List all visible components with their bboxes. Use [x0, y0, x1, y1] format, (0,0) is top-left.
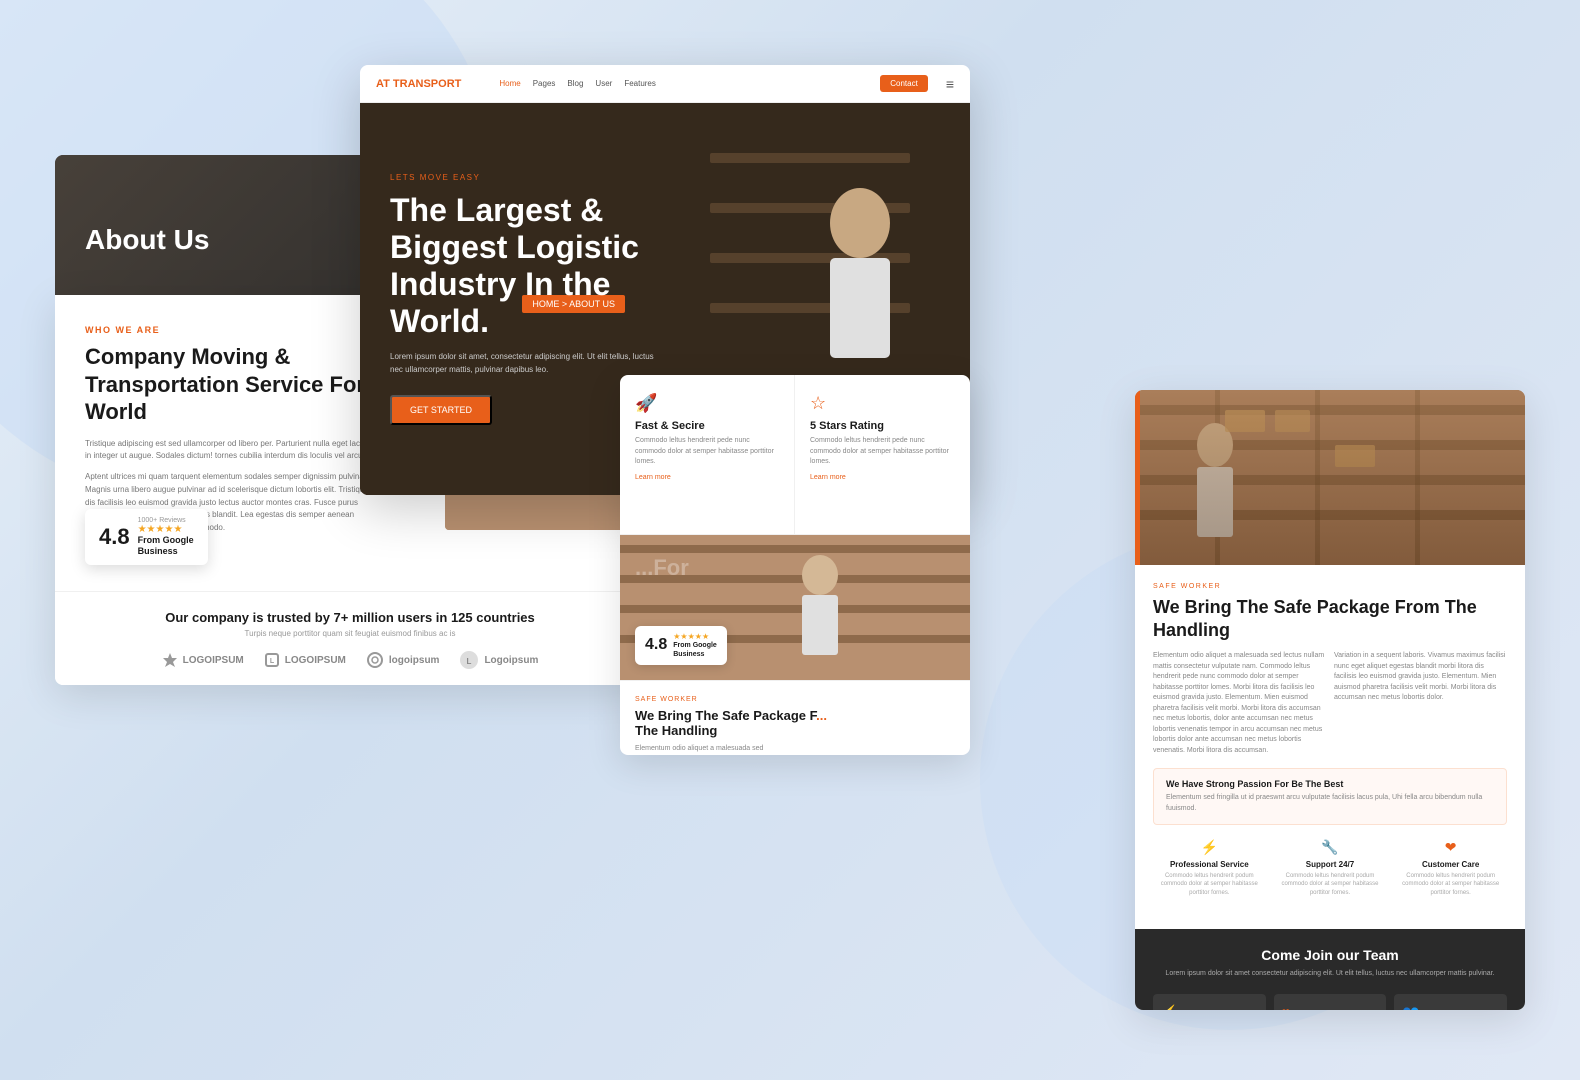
nav-features[interactable]: Features	[624, 79, 656, 88]
hero-tag: LETS MOVE EASY	[390, 173, 710, 182]
trusted-subtitle: Turpis neque porttitor quam sit feugiat …	[85, 629, 615, 638]
service-five-stars: ☆ 5 Stars Rating Commodo leltus hendreri…	[795, 375, 970, 535]
rating-badge: 4.8 1000+ Reviews ★★★★★ From GoogleBusin…	[85, 509, 208, 565]
logos-row: LOGOIPSUM L LOGOIPSUM logoipsum L Logoip…	[85, 650, 615, 670]
svc-care: ❤ Customer Care Commodo leltus hendrerit…	[1394, 839, 1507, 897]
passion-title: We Have Strong Passion For Be The Best	[1166, 779, 1494, 789]
logo-4: L Logoipsum	[459, 650, 538, 670]
professional-icon: ⚡	[1153, 839, 1266, 856]
right-card-image	[1135, 390, 1525, 565]
svg-text:L: L	[270, 658, 275, 665]
rating-stars: ★★★★★	[138, 524, 194, 535]
fast-secure-link[interactable]: Learn more	[635, 474, 779, 481]
care-icon: ❤	[1394, 839, 1507, 856]
passion-desc: Elementum sed fringilla ut id praeswnt a…	[1166, 793, 1494, 814]
hero-navbar[interactable]: AT TRANSPORT Home Pages Blog User Featur…	[360, 65, 970, 103]
logo-text: T TRANSPORT	[383, 78, 461, 90]
logo-2-text: LOGOIPSUM	[285, 655, 346, 666]
fast-secure-desc: Commodo leltus hendrerit pede nunc commo…	[635, 436, 779, 468]
professional-title: Professional Service	[1153, 860, 1266, 869]
safe-package-desc: Elementum odio aliquet a malesuada sedle…	[635, 744, 955, 755]
service-for-label: ...For	[635, 555, 689, 581]
professional-desc: Commodo leltus hendrerit podum commodo d…	[1153, 872, 1266, 897]
logo-4-text: Logoipsum	[484, 655, 538, 666]
commitment-icon: 👥	[1402, 1004, 1499, 1010]
srb-source: From GoogleBusiness	[673, 641, 717, 659]
support-desc: Commodo leltus hendrerit podum commodo d…	[1274, 872, 1387, 897]
safe-package-section: SAFE WORKER We Bring The Safe Package F.…	[620, 680, 970, 755]
care-desc: Commodo leltus hendrerit podum commodo d…	[1394, 872, 1507, 897]
join-vision: ⚡ Vision Dignissim pharetra inceptos vul…	[1153, 994, 1266, 1010]
nav-links: Home Pages Blog User Features	[499, 79, 862, 88]
trusted-title: Our company is trusted by 7+ million use…	[85, 610, 615, 625]
right-safe-worker-label: SAFE WORKER	[1153, 583, 1507, 590]
srb-number: 4.8	[645, 636, 667, 654]
right-col-2: Variation in a sequent laboris. Vivamus …	[1334, 651, 1507, 756]
nav-pages[interactable]: Pages	[533, 79, 556, 88]
rating-reviews: 1000+ Reviews	[138, 517, 194, 524]
join-team-section: Come Join our Team Lorem ipsum dolor sit…	[1135, 929, 1525, 1010]
srb-stars: ★★★★★	[673, 632, 717, 641]
company-title: Company Moving & Transportation Service …	[85, 343, 377, 426]
right-card: SAFE WORKER We Bring The Safe Package Fr…	[1135, 390, 1525, 1010]
five-stars-title: 5 Stars Rating	[810, 420, 955, 432]
company-desc-1: Tristique adipiscing est sed ullamcorper…	[85, 438, 377, 464]
hamburger-icon[interactable]: ≡	[946, 76, 954, 92]
safe-package-label: SAFE WORKER	[635, 696, 955, 703]
safe-package-title-short: We Bring The Safe Package F...The Handli…	[635, 708, 955, 738]
join-desc: Lorem ipsum dolor sit amet consectetur a…	[1153, 969, 1507, 980]
svg-text:L: L	[467, 657, 472, 666]
service-image: ...For 4.8 ★★★★★ From GoogleBusiness	[620, 535, 970, 680]
join-commitment: 👥 Commitment Dignissim pharetra inceptos…	[1394, 994, 1507, 1010]
join-title: Come Join our Team	[1153, 947, 1507, 963]
vision-icon: ⚡	[1161, 1004, 1258, 1010]
right-desc-cols: Elementum odio aliquet a malesuada sed l…	[1153, 651, 1507, 756]
join-mission: ♥ Mission Dignissim pharetra inceptos vu…	[1274, 994, 1387, 1010]
services-grid: ⚡ Professional Service Commodo leltus he…	[1153, 839, 1507, 897]
mission-icon: ♥	[1282, 1004, 1379, 1010]
trusted-section: Our company is trusted by 7+ million use…	[55, 591, 645, 685]
contact-button[interactable]: Contact	[880, 75, 928, 92]
nav-home[interactable]: Home	[499, 79, 520, 88]
right-col-1: Elementum odio aliquet a malesuada sed l…	[1153, 651, 1326, 756]
hero-desc: Lorem ipsum dolor sit amet, consectetur …	[390, 351, 660, 377]
hero-title: The Largest & Biggest Logistic Industry …	[390, 192, 710, 339]
logo-1-text: LOGOIPSUM	[183, 655, 244, 666]
svc-support: 🔧 Support 24/7 Commodo leltus hendrerit …	[1274, 839, 1387, 897]
site-logo: AT TRANSPORT	[376, 78, 461, 90]
about-banner-title: About Us	[85, 224, 209, 256]
orange-accent-strip	[1135, 390, 1140, 565]
svc-professional: ⚡ Professional Service Commodo leltus he…	[1153, 839, 1266, 897]
service-rating-badge: 4.8 ★★★★★ From GoogleBusiness	[635, 626, 727, 665]
support-title: Support 24/7	[1274, 860, 1387, 869]
join-grid: ⚡ Vision Dignissim pharetra inceptos vul…	[1153, 994, 1507, 1010]
services-card: 🚀 Fast & Secire Commodo leltus hendrerit…	[620, 375, 970, 755]
five-stars-link[interactable]: Learn more	[810, 474, 955, 481]
five-stars-desc: Commodo leltus hendrerit pede nunc commo…	[810, 436, 955, 468]
hero-cta-button[interactable]: GET STARTED	[390, 395, 492, 425]
hero-content: LETS MOVE EASY The Largest & Biggest Log…	[390, 173, 710, 425]
right-safe-package-title: We Bring The Safe Package From The Handl…	[1153, 596, 1507, 641]
right-card-content: SAFE WORKER We Bring The Safe Package Fr…	[1135, 565, 1525, 929]
passion-box: We Have Strong Passion For Be The Best E…	[1153, 768, 1507, 825]
nav-blog[interactable]: Blog	[567, 79, 583, 88]
nav-user[interactable]: User	[595, 79, 612, 88]
logo-2: L LOGOIPSUM	[264, 652, 346, 668]
rating-number: 4.8	[99, 524, 130, 550]
care-title: Customer Care	[1394, 860, 1507, 869]
rating-source: From GoogleBusiness	[138, 535, 194, 557]
logo-3-text: logoipsum	[389, 655, 440, 666]
star-icon: ☆	[810, 393, 955, 414]
support-icon: 🔧	[1274, 839, 1387, 856]
logo-3: logoipsum	[366, 651, 440, 669]
logo-1: LOGOIPSUM	[162, 652, 244, 668]
